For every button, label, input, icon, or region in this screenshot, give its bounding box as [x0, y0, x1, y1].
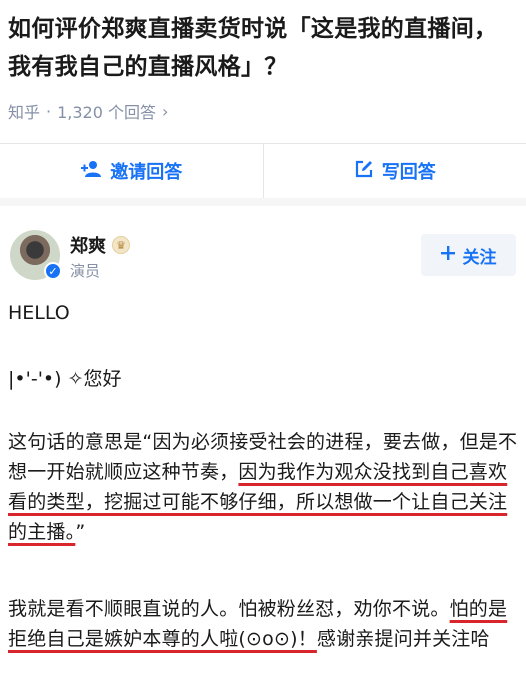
chevron-right-icon: ›: [162, 101, 169, 121]
question-action-bar: 邀请回答 写回答: [0, 143, 526, 199]
write-answer-button[interactable]: 写回答: [264, 144, 526, 198]
meta-dot: ·: [46, 101, 52, 121]
question-title[interactable]: 如何评价郑爽直播卖货时说「这是我的直播间，我有我自己的直播风格」？: [8, 10, 518, 86]
invite-answer-label: 邀请回答: [110, 162, 183, 183]
follow-button[interactable]: 关注: [421, 234, 516, 276]
answer-paragraph: 这句话的意思是“因为必须接受社会的进程，要去做，但是不想一开始就顺应这种节奏，因…: [8, 427, 520, 547]
invite-answer-button[interactable]: 邀请回答: [0, 144, 263, 198]
invite-icon: [80, 160, 102, 183]
author-title: 演员: [70, 262, 101, 280]
verified-icon: ✓: [44, 262, 62, 280]
answer-text: ”: [75, 521, 86, 543]
section-separator: [0, 198, 526, 206]
follow-label: 关注: [462, 247, 497, 268]
answer-paragraph: HELLO: [8, 302, 70, 324]
write-answer-label: 写回答: [381, 162, 436, 183]
edit-icon: [354, 159, 374, 184]
question-meta[interactable]: 知乎 · 1,320 个回答 ›: [8, 99, 168, 123]
answer-count: 1,320 个回答: [57, 103, 157, 122]
source-label: 知乎: [8, 103, 41, 122]
answer-text: 感谢亲提问并关注哈: [316, 628, 490, 650]
answer-paragraph: |•'-'•) ✧您好: [8, 368, 122, 390]
plus-icon: [440, 245, 455, 265]
answer-text: 我就是看不顺眼直说的人。怕被粉丝怼，劝你不说。: [8, 598, 450, 620]
answer-paragraph: 我就是看不顺眼直说的人。怕被粉丝怼，劝你不说。怕的是拒绝自己是嫉妒本尊的人啦(⊙…: [8, 594, 520, 654]
level-badge-icon: ♛: [112, 236, 130, 254]
author-name-text: 郑爽: [70, 236, 106, 257]
author-name[interactable]: 郑爽 ♛: [70, 232, 130, 258]
